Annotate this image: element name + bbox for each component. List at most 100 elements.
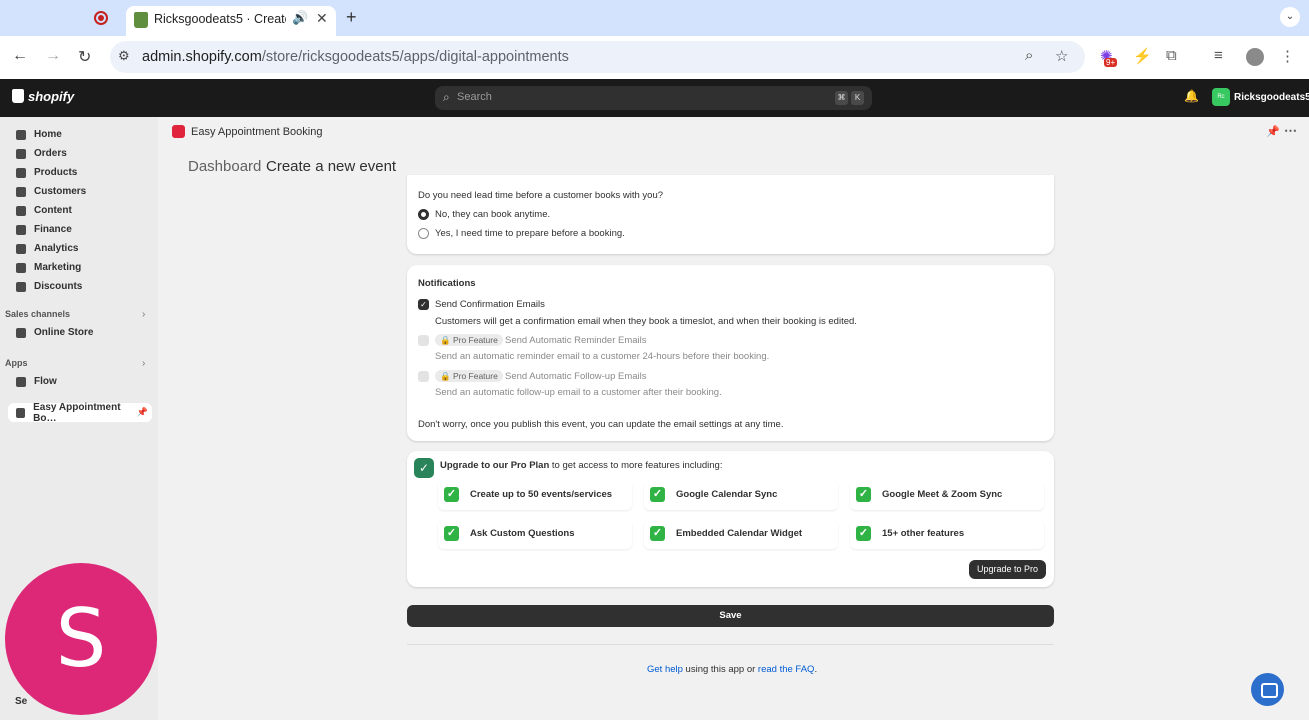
marketing-icon [16, 262, 26, 273]
feature-item: ✓ Google Calendar Sync [644, 480, 838, 510]
online-store-icon [16, 327, 26, 338]
speaker-icon[interactable]: 🔊 [292, 10, 308, 26]
close-tab-icon[interactable]: ✕ [316, 10, 328, 27]
shopify-logo[interactable]: shopify [12, 89, 74, 104]
divider [407, 644, 1054, 645]
tab-search-icon[interactable]: ⌄ [1280, 7, 1300, 27]
browser-tab-active[interactable]: Ricksgoodeats5 · Create a new event 🔊 ✕ [126, 6, 336, 36]
followup-checkbox[interactable] [418, 371, 429, 382]
shortcut-key-k: K [851, 91, 864, 105]
bookmark-star-icon[interactable]: ☆ [1055, 47, 1068, 65]
browser-tab-strip: Ricksgoodeats5 · Create a new event 🔊 ✕ … [0, 0, 1309, 36]
extension-2-icon[interactable]: ⚡ [1133, 47, 1152, 65]
media-control-icon[interactable]: ≡ [1214, 47, 1223, 64]
address-bar[interactable]: ⚙ admin.shopify.com/store/ricksgoodeats5… [110, 41, 1085, 73]
pro-feature-badge: 🔒 Pro Feature [435, 334, 503, 346]
forward-icon[interactable]: → [45, 47, 61, 65]
check-mark-icon: ✓ [856, 526, 871, 541]
faq-link[interactable]: read the FAQ [758, 664, 815, 675]
extension-badge: 9+ [1104, 58, 1118, 67]
sidebar-item-online-store[interactable]: Online Store [8, 323, 152, 342]
chevron-right-icon[interactable]: › [142, 309, 145, 320]
sidebar-item-content[interactable]: Content [8, 201, 152, 220]
apps-heading[interactable]: Apps [5, 358, 28, 368]
zoom-icon[interactable]: ⌕ [1025, 47, 1033, 64]
chrome-menu-icon[interactable]: ⋮ [1280, 47, 1295, 65]
sidebar-item-products[interactable]: Products [8, 163, 152, 182]
search-placeholder: Search [457, 91, 492, 103]
store-avatar[interactable]: Rc [1212, 88, 1230, 106]
shopify-topbar: shopify ⌕ Search ⌘ K 🔔 Rc Ricksgoodeats5 [0, 79, 1309, 117]
lead-time-question: Do you need lead time before a customer … [418, 190, 664, 201]
flow-icon [16, 376, 26, 387]
lead-time-option-no[interactable]: No, they can book anytime. [435, 209, 550, 220]
extensions-puzzle-icon[interactable]: ⧉ [1166, 47, 1177, 64]
app-title-bar: Easy Appointment Booking 📌 ⋯ [158, 117, 1309, 147]
page-title: Create a new event [266, 158, 397, 175]
sidebar-item-marketing[interactable]: Marketing [8, 258, 152, 277]
chat-support-icon[interactable] [1251, 673, 1284, 706]
reminder-checkbox[interactable] [418, 335, 429, 346]
sidebar-item-orders[interactable]: Orders [8, 144, 152, 163]
check-mark-icon: ✓ [444, 487, 459, 502]
shopify-bag-icon [12, 89, 24, 103]
feature-item: ✓ Ask Custom Questions [438, 519, 632, 549]
store-name[interactable]: Ricksgoodeats5 [1234, 92, 1309, 103]
sidebar-item-easy-appointment[interactable]: Easy Appointment Bo… 📌 [8, 402, 152, 424]
save-button[interactable]: Save [407, 605, 1054, 627]
lead-time-card: Do you need lead time before a customer … [407, 175, 1054, 254]
reminder-description: Send an automatic reminder email to a cu… [435, 351, 770, 362]
sidebar-item-discounts[interactable]: Discounts [8, 277, 152, 296]
check-mark-icon: ✓ [856, 487, 871, 502]
more-options-icon[interactable]: ⋯ [1284, 123, 1297, 139]
notifications-heading: Notifications [418, 278, 476, 289]
user-avatar-overlay: S [5, 563, 157, 715]
pin-icon[interactable]: 📌 [1266, 125, 1280, 138]
url-text[interactable]: admin.shopify.com/store/ricksgoodeats5/a… [142, 49, 569, 65]
check-mark-icon: ✓ [650, 487, 665, 502]
chevron-right-icon[interactable]: › [142, 358, 145, 369]
confirmation-label[interactable]: Send Confirmation Emails [435, 299, 545, 310]
sidebar-item-settings[interactable]: Se [15, 696, 27, 707]
reminder-label: Send Automatic Reminder Emails [505, 335, 647, 346]
lead-time-radio-no[interactable] [418, 209, 429, 220]
get-help-link[interactable]: Get help [647, 664, 683, 675]
shortcut-key-cmd: ⌘ [835, 91, 848, 105]
discounts-icon [16, 281, 26, 292]
sales-channels-heading[interactable]: Sales channels [5, 309, 70, 319]
lead-time-option-yes[interactable]: Yes, I need time to prepare before a boo… [435, 228, 625, 239]
sidebar-item-customers[interactable]: Customers [8, 182, 152, 201]
reload-icon[interactable]: ↻ [78, 47, 91, 67]
content-icon [16, 205, 26, 216]
check-mark-icon: ✓ [650, 526, 665, 541]
orders-icon [16, 148, 26, 159]
profile-avatar[interactable] [1246, 48, 1264, 66]
search-icon: ⌕ [443, 90, 450, 104]
sidebar-item-analytics[interactable]: Analytics [8, 239, 152, 258]
notifications-footnote: Don't worry, once you publish this event… [418, 419, 784, 430]
site-info-icon[interactable]: ⚙ [118, 48, 130, 64]
lead-time-radio-yes[interactable] [418, 228, 429, 239]
new-tab-icon[interactable]: + [346, 7, 357, 28]
upgrade-to-pro-button[interactable]: Upgrade to Pro [969, 560, 1046, 579]
pin-icon[interactable]: 📌 [137, 407, 148, 418]
sidebar-item-finance[interactable]: Finance [8, 220, 152, 239]
feature-item: ✓ 15+ other features [850, 519, 1044, 549]
check-mark-icon: ✓ [444, 526, 459, 541]
upgrade-lead: Upgrade to our Pro Plan to get access to… [440, 460, 723, 471]
notifications-bell-icon[interactable]: 🔔 [1184, 89, 1199, 103]
analytics-icon [16, 243, 26, 254]
feature-item: ✓ Create up to 50 events/services [438, 480, 632, 510]
breadcrumb-dashboard[interactable]: Dashboard [188, 158, 261, 175]
sidebar-item-flow[interactable]: Flow [8, 372, 152, 391]
recording-icon[interactable] [94, 11, 108, 25]
sidebar-item-home[interactable]: Home [8, 125, 152, 144]
checkmark-icon: ✓ [414, 458, 434, 478]
main-content: Easy Appointment Booking 📌 ⋯ Dashboard C… [158, 117, 1309, 720]
confirmation-description: Customers will get a confirmation email … [435, 316, 857, 327]
admin-search[interactable]: ⌕ Search ⌘ K [435, 86, 872, 110]
back-icon[interactable]: ← [12, 47, 28, 65]
tab-title: Ricksgoodeats5 · Create a new event [154, 12, 286, 26]
confirmation-checkbox[interactable]: ✓ [418, 299, 429, 310]
products-icon [16, 167, 26, 178]
